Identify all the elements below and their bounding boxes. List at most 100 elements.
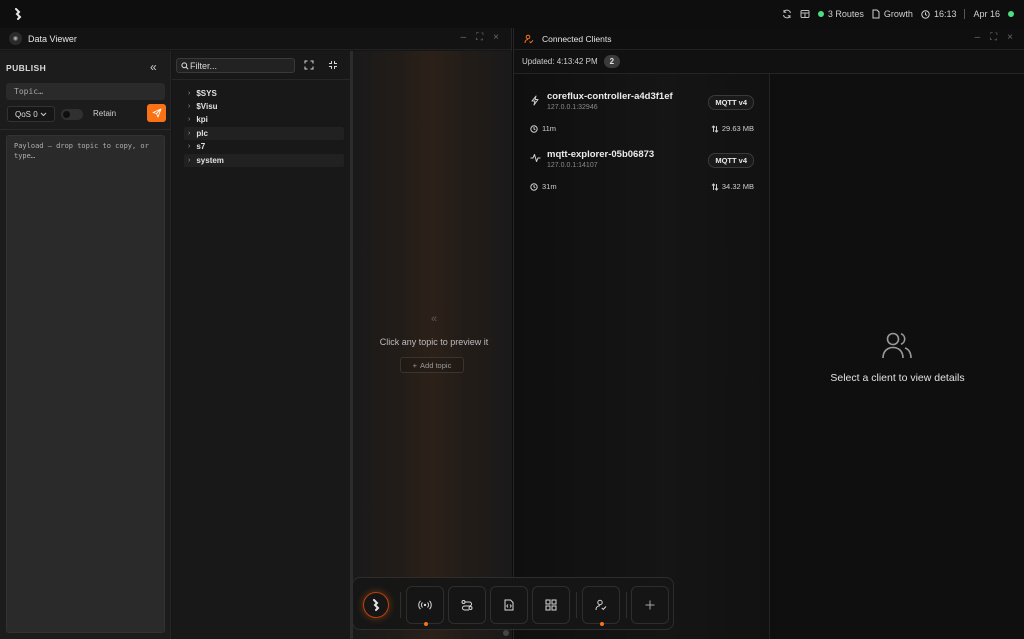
send-icon (152, 108, 162, 118)
traffic-value: 29.63 MB (721, 124, 754, 133)
tree-item-label: s7 (196, 142, 206, 151)
top-bar: 3 Routes Growth 16:13 Apr 16 (0, 0, 1024, 28)
add-topic-button[interactable]: + Add topic (400, 357, 464, 373)
send-button[interactable] (147, 104, 166, 122)
collapse-panel-icon[interactable]: « (150, 60, 157, 74)
client-traffic: 29.63 MB (711, 124, 754, 133)
tree-item-label: plc (196, 129, 208, 138)
payload-input[interactable] (6, 135, 165, 633)
dock-add-button[interactable] (631, 586, 669, 624)
dock-routes-button[interactable] (448, 586, 486, 624)
clock-icon (530, 182, 538, 191)
plus-icon (645, 600, 655, 610)
dock-grid-button[interactable] (532, 586, 570, 624)
time-label: 16:13 (933, 9, 957, 19)
layout-icon[interactable] (800, 9, 810, 19)
dock-home-button[interactable] (357, 586, 395, 624)
client-address: 127.0.0.1:14107 (547, 162, 598, 169)
maximize-icon[interactable]: ⛶ (990, 32, 997, 43)
dock (352, 577, 674, 630)
client-item[interactable]: coreflux-controller-a4d3f1ef 127.0.0.1:3… (528, 88, 754, 142)
document-icon (872, 9, 880, 19)
tree-item-plc[interactable]: › plc (184, 127, 344, 140)
growth-label: Growth (883, 9, 913, 19)
tree-item-sys[interactable]: › $SYS (184, 87, 344, 100)
active-indicator-icon (600, 622, 604, 626)
tree-item-system[interactable]: › system (184, 154, 344, 167)
divider (400, 592, 401, 618)
detail-empty-text: Select a client to view details (830, 372, 965, 384)
topic-input[interactable] (6, 83, 165, 100)
tree-item-visu[interactable]: › $Visu (184, 100, 344, 113)
topic-tree-panel: › $SYS › $Visu › kpi › plc › s7 › system (172, 51, 350, 639)
client-item[interactable]: mqtt-explorer-05b06873 127.0.0.1:14107 M… (528, 146, 754, 200)
minimize-icon[interactable]: – (975, 32, 981, 43)
retain-toggle[interactable] (61, 109, 83, 120)
routes-icon (461, 599, 473, 611)
publish-title: PUBLISH (6, 63, 47, 73)
scroll-handle[interactable] (503, 630, 509, 636)
preview-empty-text: Click any topic to preview it (379, 337, 489, 347)
tree-item-label: $SYS (196, 89, 217, 98)
bolt-icon (530, 95, 540, 106)
refresh-icon[interactable] (782, 9, 792, 19)
tree-item-kpi[interactable]: › kpi (184, 113, 344, 126)
divider (0, 129, 171, 130)
users-icon (881, 330, 913, 360)
client-uptime: 11m (530, 124, 556, 133)
retain-label: Retain (93, 109, 117, 118)
clock-icon (530, 124, 538, 133)
qos-value: QoS 0 (15, 109, 38, 119)
chevron-right-icon: › (188, 116, 191, 123)
user-check-icon (524, 34, 534, 44)
maximize-icon[interactable]: ⛶ (476, 32, 483, 43)
dock-code-button[interactable] (490, 586, 528, 624)
toggle-knob (63, 111, 70, 118)
connected-clients-titlebar: Connected Clients – ⛶ × (514, 28, 1024, 50)
connected-clients-window: Connected Clients – ⛶ × Updated: 4:13:42… (513, 28, 1024, 639)
connection-status-icon (1008, 11, 1014, 17)
expand-all-icon[interactable] (304, 60, 314, 70)
growth-plan[interactable]: Growth (872, 9, 913, 19)
client-list: coreflux-controller-a4d3f1ef 127.0.0.1:3… (514, 74, 770, 639)
active-indicator-icon (424, 622, 428, 626)
transfer-icon (711, 182, 719, 191)
search-icon (181, 62, 189, 70)
user-check-icon (595, 599, 607, 611)
tree-item-s7[interactable]: › s7 (184, 140, 344, 153)
chevron-right-icon: › (188, 103, 191, 110)
updated-label: Updated: 4:13:42 PM (522, 57, 598, 66)
plus-icon: + (412, 360, 418, 370)
divider (964, 9, 966, 19)
tree-item-label: system (196, 156, 224, 165)
chevron-right-icon: › (188, 157, 191, 164)
data-viewer-app-icon: ◉ (9, 32, 22, 45)
broadcast-icon (418, 600, 432, 610)
chevron-right-icon: › (188, 90, 191, 97)
filter-field[interactable] (176, 58, 295, 73)
collapse-all-icon[interactable] (328, 60, 338, 70)
filter-input[interactable] (190, 60, 290, 71)
close-icon[interactable]: × (493, 32, 499, 43)
dock-clients-button[interactable] (582, 586, 620, 626)
tree-item-label: $Visu (196, 102, 218, 111)
app-logo-icon[interactable] (14, 8, 22, 20)
home-icon (363, 592, 389, 618)
client-address: 127.0.0.1:32946 (547, 104, 598, 111)
client-name: coreflux-controller-a4d3f1ef (547, 91, 673, 102)
dock-broadcast-button[interactable] (406, 586, 444, 626)
code-file-icon (504, 599, 514, 611)
uptime-value: 11m (542, 124, 557, 133)
divider (626, 592, 627, 618)
client-detail-pane: Select a client to view details (770, 74, 1024, 639)
divider (576, 592, 577, 618)
close-icon[interactable]: × (1007, 32, 1013, 43)
date-label: Apr 16 (973, 9, 1000, 19)
traffic-value: 34.32 MB (721, 182, 754, 191)
qos-select[interactable]: QoS 0 (7, 106, 55, 122)
routes-status[interactable]: 3 Routes (817, 9, 864, 19)
minimize-icon[interactable]: – (461, 32, 467, 43)
routes-label: 3 Routes (827, 9, 864, 19)
chevron-right-icon: › (188, 143, 191, 150)
publish-panel: PUBLISH « QoS 0 Retain (0, 51, 171, 639)
